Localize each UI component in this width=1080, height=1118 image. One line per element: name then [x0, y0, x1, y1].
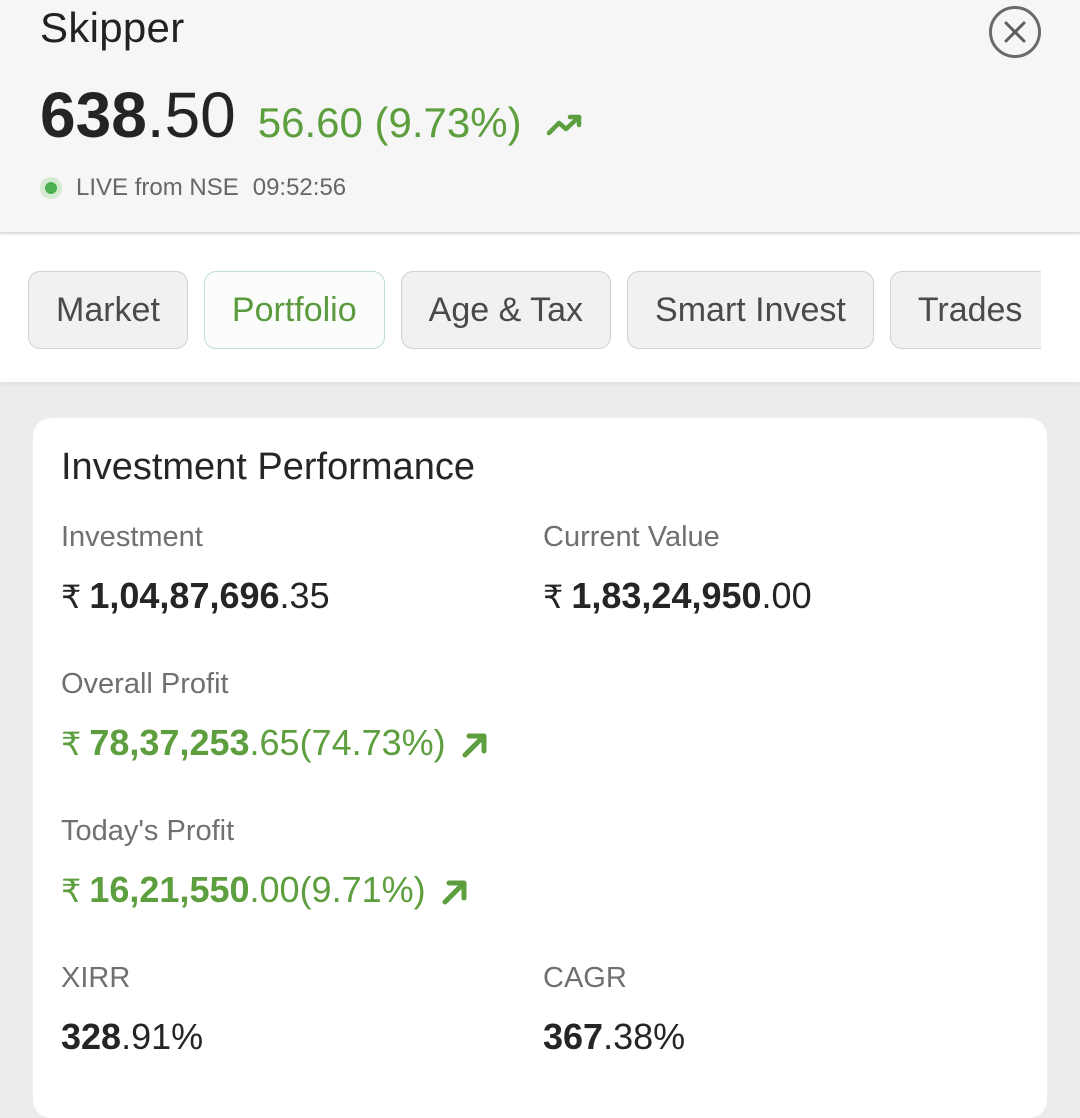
investment-integer: 1,04,87,696 [89, 575, 280, 616]
current-value-value: ₹ 1,83,24,950 .00 [543, 575, 812, 617]
investment-decimal: .35 [279, 575, 330, 616]
overall-profit-value: ₹ 78,37,253 .65 (74.73%) [61, 722, 490, 764]
tab-label: Trades [917, 290, 1023, 329]
cagr-label: CAGR [543, 962, 627, 994]
cagr-decimal: .38% [603, 1016, 686, 1057]
price-row: 638 .50 56.60 (9.73%) [40, 78, 584, 158]
rupee-symbol: ₹ [543, 579, 564, 615]
cagr-value: 367 .38% [543, 1016, 685, 1058]
stock-header: Skipper 638 .50 56.60 (9.73%) LIVE from … [0, 0, 1080, 232]
overall-profit-integer: 78,37,253 [89, 722, 250, 763]
overall-profit-decimal: .65 [249, 722, 300, 763]
tabs-bar: Market Portfolio Age & Tax Smart Invest … [0, 234, 1080, 382]
live-source-label: LIVE from NSE [76, 174, 239, 201]
tab-age-tax[interactable]: Age & Tax [400, 271, 612, 349]
current-value-label: Current Value [543, 521, 720, 553]
tab-label: Portfolio [231, 290, 357, 329]
tab-market[interactable]: Market [28, 271, 188, 349]
close-button[interactable] [989, 6, 1041, 58]
xirr-value: 328 .91% [61, 1016, 203, 1058]
todays-profit-label: Today's Profit [61, 815, 235, 847]
rupee-symbol: ₹ [61, 873, 82, 909]
investment-performance-card: Investment Performance Investment ₹ 1,04… [33, 418, 1047, 1118]
current-value-decimal: .00 [761, 575, 812, 616]
xirr-label: XIRR [61, 962, 131, 994]
tab-label: Market [56, 290, 160, 329]
price-integer: 638 [40, 79, 147, 151]
stock-name: Skipper [40, 4, 185, 51]
live-status: LIVE from NSE 09:52:56 [40, 174, 346, 202]
todays-profit-decimal: .00 [249, 869, 300, 910]
trending-up-icon [546, 114, 581, 136]
live-time: 09:52:56 [252, 174, 347, 201]
tab-list: Market Portfolio Age & Tax Smart Invest … [28, 271, 1041, 349]
rupee-symbol: ₹ [61, 579, 82, 615]
price-change: 56.60 (9.73%) [257, 99, 522, 146]
todays-profit-value: ₹ 16,21,550 .00 (9.71%) [61, 869, 470, 911]
live-indicator-icon [40, 177, 62, 199]
price-decimal: .50 [146, 79, 236, 151]
xirr-integer: 328 [61, 1016, 122, 1057]
tabs-scroller[interactable]: Market Portfolio Age & Tax Smart Invest … [28, 271, 1041, 351]
todays-profit-integer: 16,21,550 [89, 869, 250, 910]
investment-label: Investment [61, 521, 203, 553]
arrow-up-right-icon [442, 880, 467, 905]
tab-smart-invest[interactable]: Smart Invest [627, 271, 874, 349]
xirr-decimal: .91% [121, 1016, 204, 1057]
tab-portfolio[interactable]: Portfolio [203, 271, 385, 349]
overall-profit-label: Overall Profit [61, 668, 229, 700]
card-title: Investment Performance [61, 446, 475, 488]
arrow-up-right-icon [462, 733, 487, 758]
overall-profit-percent: (74.73%) [299, 722, 446, 763]
current-value-integer: 1,83,24,950 [571, 575, 762, 616]
tab-label: Smart Invest [655, 290, 846, 329]
todays-profit-percent: (9.71%) [299, 869, 426, 910]
investment-value: ₹ 1,04,87,696 .35 [61, 575, 330, 617]
rupee-symbol: ₹ [61, 726, 82, 762]
tab-trades[interactable]: Trades [889, 271, 1041, 349]
cagr-integer: 367 [543, 1016, 604, 1057]
close-icon [1004, 21, 1026, 43]
tab-label: Age & Tax [428, 290, 584, 329]
